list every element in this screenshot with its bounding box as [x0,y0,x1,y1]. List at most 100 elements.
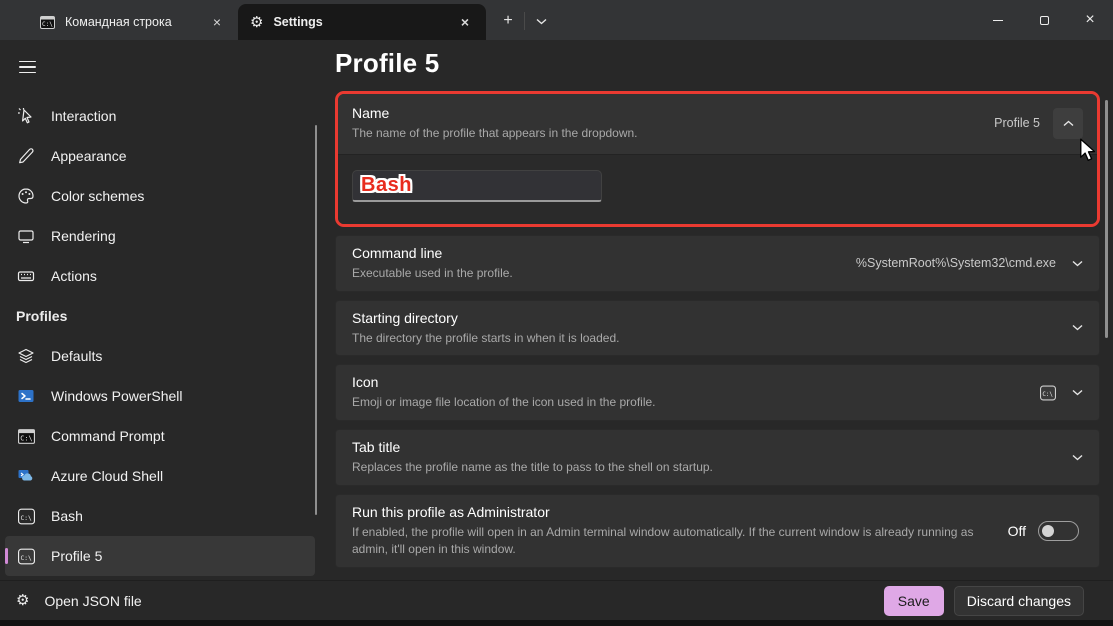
sidebar-item-actions[interactable]: Actions [5,256,315,296]
sidebar-item-color-schemes[interactable]: Color schemes [5,176,315,216]
open-json-file-button[interactable]: ⚙ Open JSON file [0,593,142,609]
setting-label: Run this profile as Administrator [352,504,987,520]
setting-texts: Starting directory The directory the pro… [352,310,619,347]
close-window-button[interactable]: × [1067,0,1113,40]
sidebar-item-label: Windows PowerShell [51,388,183,404]
name-expander-body: Bash [338,155,1097,224]
discard-changes-button[interactable]: Discard changes [954,586,1084,616]
new-tab-button[interactable]: + [494,7,522,35]
minimize-button[interactable] [975,0,1021,40]
sidebar-item-label: Profile 5 [51,548,102,564]
sidebar-item-interaction[interactable]: Interaction [5,96,315,136]
setting-label: Name [352,105,638,121]
sidebar-item-rendering[interactable]: Rendering [5,216,315,256]
powershell-icon [16,386,36,406]
run-as-admin-row: Run this profile as Administrator If ena… [335,494,1100,568]
name-setting-card: Name The name of the profile that appear… [335,91,1100,227]
setting-description: If enabled, the profile will open in an … [352,524,987,558]
row-right: C:\ [1040,385,1083,401]
chevron-up-icon [1063,120,1074,127]
icon-row[interactable]: Icon Emoji or image file location of the… [335,364,1100,421]
sidebar-item-label: Command Prompt [51,428,165,444]
sidebar-item-profile-5[interactable]: C:\ Profile 5 [5,536,315,576]
sidebar-scrollbar[interactable] [315,125,317,515]
main-scrollbar[interactable] [1105,100,1108,338]
tabbar-separator [524,12,525,30]
sidebar-nav: Interaction Appearance Color schemes [0,96,320,576]
sidebar-item-label: Appearance [51,148,127,164]
tab-command-prompt[interactable]: C:\ Командная строка × [28,4,238,40]
gear-icon: ⚙ [16,593,29,608]
footer-bar: ⚙ Open JSON file Save Discard changes [0,580,1113,620]
setting-label: Icon [352,374,656,390]
window-bottom-edge [0,620,1113,626]
terminal-icon: C:\ [16,546,36,566]
selection-indicator [5,548,8,564]
settings-main-panel: Profile 5 Name The name of the profile t… [320,40,1113,580]
app-body: Interaction Appearance Color schemes [0,40,1113,580]
name-input-value: Bash [361,174,412,197]
svg-text:C:\: C:\ [20,434,32,442]
setting-texts: Tab title Replaces the profile name as t… [352,439,713,476]
row-right: %SystemRoot%\System32\cmd.exe [856,256,1083,270]
page-title: Profile 5 [335,48,1113,79]
command-line-row[interactable]: Command line Executable used in the prof… [335,235,1100,292]
hamburger-icon [19,57,36,78]
sidebar-item-windows-powershell[interactable]: Windows PowerShell [5,376,315,416]
sidebar-item-defaults[interactable]: Defaults [5,336,315,376]
close-icon[interactable]: × [206,11,228,33]
footer-actions: Save Discard changes [884,586,1113,616]
cmd-icon: C:\ [40,15,55,30]
maximize-button[interactable] [1021,0,1067,40]
sidebar-item-azure-cloud-shell[interactable]: Azure Cloud Shell [5,456,315,496]
tab-settings[interactable]: ⚙ Settings × [238,4,486,40]
chevron-down-icon [1072,454,1083,461]
settings-sidebar: Interaction Appearance Color schemes [0,40,320,580]
setting-texts: Command line Executable used in the prof… [352,245,513,282]
chevron-down-icon [536,18,547,25]
tab-label: Командная строка [65,15,196,29]
setting-label: Tab title [352,439,713,455]
starting-directory-row[interactable]: Starting directory The directory the pro… [335,300,1100,357]
open-json-label: Open JSON file [44,593,141,609]
svg-text:C:\: C:\ [20,514,31,521]
close-icon: × [1085,12,1094,28]
name-expander-header[interactable]: Name The name of the profile that appear… [338,94,1097,154]
sidebar-item-label: Defaults [51,348,102,364]
actions-icon [16,266,36,286]
interaction-icon [16,106,36,126]
row-right [1072,454,1083,461]
sidebar-item-label: Actions [51,268,97,284]
tab-dropdown-button[interactable] [527,7,555,35]
svg-text:C:\: C:\ [20,554,31,561]
sidebar-item-command-prompt[interactable]: C:\ Command Prompt [5,416,315,456]
sidebar-item-bash[interactable]: C:\ Bash [5,496,315,536]
admin-toggle-switch[interactable] [1038,521,1079,541]
save-button[interactable]: Save [884,586,944,616]
maximize-icon [1040,16,1049,25]
profiles-section-label: Profiles [0,296,320,336]
tab-title-row[interactable]: Tab title Replaces the profile name as t… [335,429,1100,486]
sidebar-item-appearance[interactable]: Appearance [5,136,315,176]
setting-label: Command line [352,245,513,261]
collapse-button[interactable] [1053,108,1083,139]
azure-cloud-icon [16,466,36,486]
titlebar: C:\ Командная строка × ⚙ Settings × + × [0,0,1113,40]
setting-value: %SystemRoot%\System32\cmd.exe [856,256,1056,270]
svg-text:C:\: C:\ [42,21,53,28]
cmd-icon: C:\ [16,426,36,446]
setting-label: Starting directory [352,310,619,326]
setting-description: The name of the profile that appears in … [352,125,638,142]
setting-description: Emoji or image file location of the icon… [352,394,656,411]
sidebar-item-label: Color schemes [51,188,144,204]
color-schemes-icon [16,186,36,206]
setting-description: The directory the profile starts in when… [352,330,619,347]
name-input[interactable]: Bash [352,170,602,202]
close-icon[interactable]: × [454,11,476,33]
sidebar-item-label: Azure Cloud Shell [51,468,163,484]
setting-texts: Run this profile as Administrator If ena… [352,504,987,558]
plus-icon: + [503,12,512,30]
terminal-icon: C:\ [16,506,36,526]
hamburger-menu-button[interactable] [8,50,46,84]
rendering-icon [16,226,36,246]
